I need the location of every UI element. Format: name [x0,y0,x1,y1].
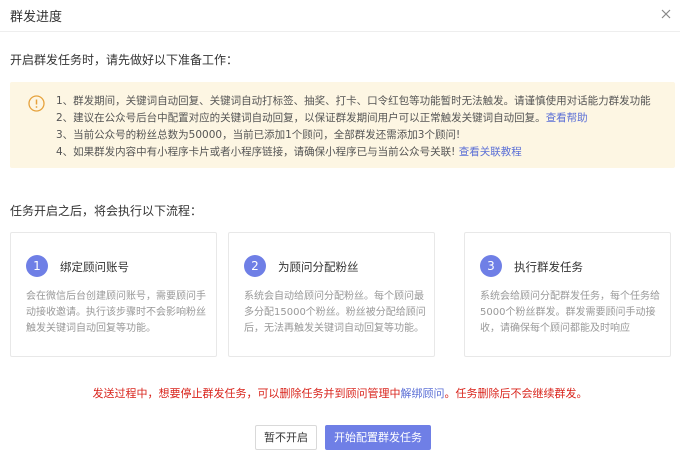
step-title: 为顾问分配粉丝 [278,260,359,274]
notice-item-text: 4、如果群发内容中有小程序卡片或者小程序链接，请确保小程序已与当前公众号关联! [56,146,459,158]
notice-item: 2、建议在公众号后台中配置对应的关键词自动回复，以保证群发期间用户可以正常触发关… [56,110,651,127]
notice-list: 1、群发期间，关键词自动回复、关键词自动打标签、抽奖、打卡、口令红包等功能暂时无… [56,93,651,161]
step-title: 执行群发任务 [514,260,583,274]
start-config-button[interactable]: 开始配置群发任务 [325,425,431,450]
notice-item-text: 3、当前公众号的粉丝总数为50000，当前已添加1个顾问，全部群发还需添加3个顾… [56,129,461,141]
flow-title: 任务开启之后，将会执行以下流程： [10,204,203,218]
footer-warning-text: 发送过程中，想要停止群发任务，可以删除任务并到顾问管理中 [92,387,401,400]
dialog-title: 群发进度 [10,10,63,25]
close-icon[interactable] [658,6,674,22]
notice-panel: 1、群发期间，关键词自动回复、关键词自动打标签、抽奖、打卡、口令红包等功能暂时无… [10,82,675,168]
step-description: 会在微信后台创建顾问账号，需要顾问手动接收邀请。执行该步骤时不会影响粉丝触发关键… [26,291,206,334]
unbind-consultant-link[interactable]: 解绑顾问 [401,387,445,400]
notice-item: 1、群发期间，关键词自动回复、关键词自动打标签、抽奖、打卡、口令红包等功能暂时无… [56,93,651,110]
step-title: 绑定顾问账号 [60,260,129,274]
notice-item-text: 2、建议在公众号后台中配置对应的关键词自动回复，以保证群发期间用户可以正常触发关… [56,112,546,124]
warning-icon [28,95,45,112]
view-help-link[interactable]: 查看帮助 [546,112,588,124]
step-number: 1 [26,255,48,277]
notice-item: 3、当前公众号的粉丝总数为50000，当前已添加1个顾问，全部群发还需添加3个顾… [56,127,651,144]
footer-warning-text: 。任务删除后不会继续群发。 [444,387,588,400]
notice-item-text: 1、群发期间，关键词自动回复、关键词自动打标签、抽奖、打卡、口令红包等功能暂时无… [56,95,651,107]
intro-text: 开启群发任务时，请先做好以下准备工作： [10,53,239,67]
step-card-bind-consultant: 1 绑定顾问账号 会在微信后台创建顾问账号，需要顾问手动接收邀请。执行该步骤时不… [10,232,217,357]
footer-warning: 发送过程中，想要停止群发任务，可以删除任务并到顾问管理中解绑顾问。任务删除后不会… [0,385,680,401]
step-card-assign-fans: 2 为顾问分配粉丝 系统会自动给顾问分配粉丝。每个顾问最多分配15000个粉丝。… [228,232,435,357]
step-number: 2 [244,255,266,277]
step-number: 3 [480,255,502,277]
notice-item: 4、如果群发内容中有小程序卡片或者小程序链接，请确保小程序已与当前公众号关联! … [56,144,651,161]
step-description: 系统会自动给顾问分配粉丝。每个顾问最多分配15000个粉丝。粉丝被分配给顾问后，… [244,291,426,334]
cancel-button[interactable]: 暂不开启 [255,425,317,450]
view-tutorial-link[interactable]: 查看关联教程 [459,146,522,158]
step-description: 系统会给顾问分配群发任务，每个任务给5000个粉丝群发。群发需要顾问手动接收，请… [480,291,660,334]
step-card-execute-task: 3 执行群发任务 系统会给顾问分配群发任务，每个任务给5000个粉丝群发。群发需… [464,232,671,357]
dialog-header: 群发进度 [0,0,680,32]
